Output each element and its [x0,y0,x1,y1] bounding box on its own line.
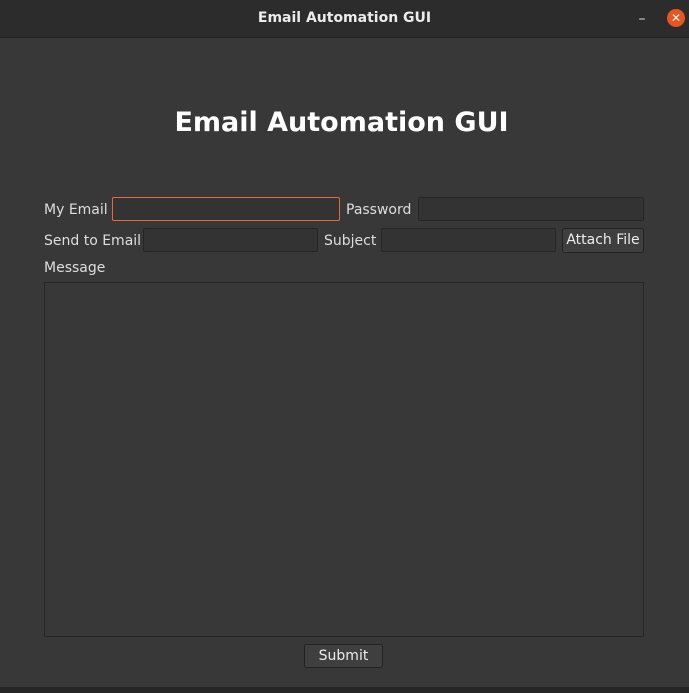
app-window: Email Automation GUI – ✕ Email Automatio… [0,0,689,693]
close-icon[interactable]: ✕ [667,9,685,27]
minimize-icon[interactable]: – [633,11,651,27]
message-label: Message [44,260,106,276]
submit-button[interactable]: Submit [304,644,383,668]
my-email-field[interactable] [112,197,340,221]
message-textarea[interactable] [44,282,644,637]
send-to-email-field[interactable] [143,228,318,252]
send-to-email-label: Send to Email [44,233,142,249]
window-title: Email Automation GUI [257,10,432,26]
password-label: Password [346,202,412,218]
password-field[interactable] [418,197,644,221]
window-bottom-edge [0,687,689,693]
title-bar[interactable]: Email Automation GUI – ✕ [0,0,689,38]
subject-field[interactable] [381,228,556,252]
my-email-label: My Email [44,202,108,218]
page-title: Email Automation GUI [174,107,509,138]
attach-file-button[interactable]: Attach File [562,228,644,253]
subject-label: Subject [324,233,377,249]
